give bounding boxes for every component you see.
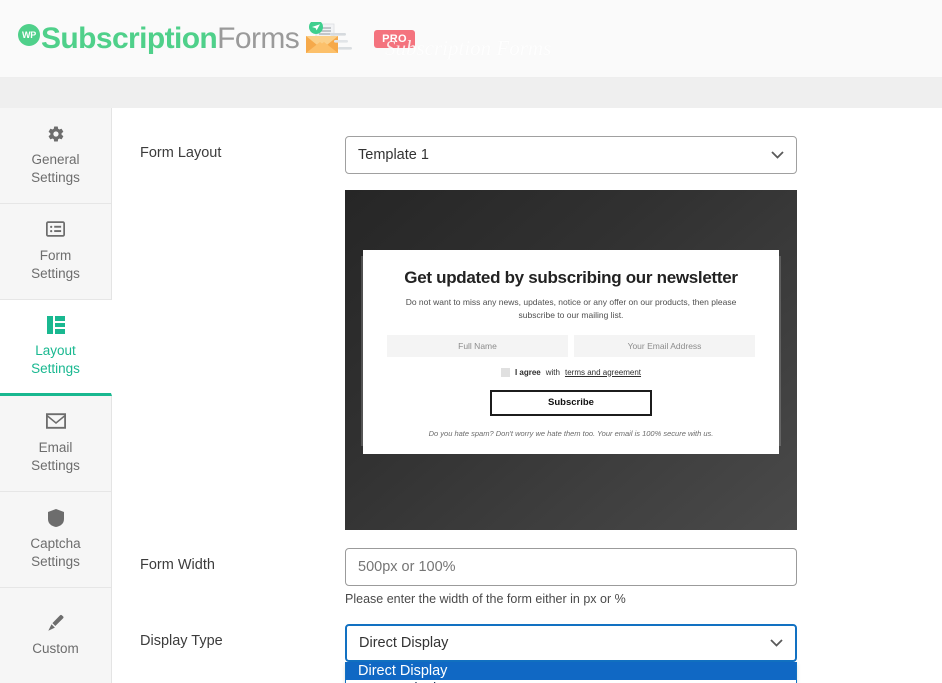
newsletter-agree-checkbox[interactable] — [500, 367, 510, 377]
sidebar-item-label: Form Settings — [31, 247, 80, 281]
form-width-helper-text: Please enter the width of the form eithe… — [345, 592, 626, 606]
chevron-down-icon — [770, 635, 783, 651]
sidebar-item-form-settings[interactable]: Form Settings — [0, 204, 111, 300]
newsletter-agree-strong: I agree — [514, 367, 541, 377]
layout-grid-icon — [46, 315, 65, 336]
newsletter-subscribe-button[interactable]: Subscribe — [490, 389, 652, 416]
newsletter-email-input[interactable]: Your Email Address — [574, 334, 755, 357]
form-layout-select[interactable]: Template 1 — [345, 136, 797, 174]
brand-title: SubscriptionForms — [41, 21, 300, 56]
form-layout-select-value: Template 1 — [358, 147, 429, 163]
display-type-label: Display Type — [140, 633, 223, 649]
sidebar-item-label: Custom — [32, 640, 79, 656]
sidebar-item-layout-settings[interactable]: Layout Settings — [0, 300, 112, 396]
brand-title-primary: Subscription — [41, 21, 218, 55]
form-width-input[interactable] — [345, 548, 797, 586]
settings-sidebar: General Settings Form Settings Layout Se… — [0, 108, 112, 683]
brush-icon — [47, 614, 65, 634]
newsletter-title: Get updated by subscribing our newslette… — [404, 268, 738, 287]
form-layout-row: Form Layout Template 1 Do you hate spam?… — [140, 136, 942, 530]
sidebar-item-label: General Settings — [31, 151, 80, 185]
display-type-select-value: Direct Display — [359, 635, 449, 651]
gear-icon — [47, 125, 65, 145]
sidebar-item-label: Captcha Settings — [30, 535, 81, 569]
newsletter-agree-mid: with — [545, 367, 560, 377]
newsletter-fields: Full Name Your Email Address — [387, 334, 755, 357]
display-type-field: Direct Display Direct Display Popup Disp… — [345, 624, 797, 683]
settings-main-panel: Form Layout Template 1 Do you hate spam?… — [112, 108, 942, 683]
form-width-row: Form Width Please enter the width of the… — [140, 548, 942, 606]
sidebar-item-label: Email Settings — [31, 439, 80, 473]
sidebar-item-captcha-settings[interactable]: Captcha Settings — [0, 492, 111, 588]
template-preview: Do you hate spam? Don't worry we hate th… — [345, 190, 797, 530]
form-layout-label: Form Layout — [140, 145, 222, 161]
sidebar-item-email-settings[interactable]: Email Settings — [0, 396, 111, 492]
form-list-icon — [46, 221, 65, 241]
wp-badge-icon: WP — [18, 23, 40, 46]
content-gap-band — [0, 78, 942, 108]
envelope-icon — [45, 413, 66, 433]
newsletter-fullname-input[interactable]: Full Name — [387, 334, 568, 357]
brand-title-secondary: Forms — [217, 21, 300, 55]
newsletter-agree-row: I agree with terms and agreement — [387, 367, 755, 377]
speed-lines-icon — [330, 30, 356, 57]
shield-icon — [47, 508, 64, 529]
app-header: WP SubscriptionForms PRO Subscription Fo… — [0, 0, 942, 78]
form-width-label: Form Width — [140, 557, 215, 573]
form-width-field: Please enter the width of the form eithe… — [345, 548, 797, 606]
chevron-down-icon — [771, 147, 784, 163]
display-type-option-direct[interactable]: Direct Display — [346, 662, 796, 680]
sidebar-item-custom[interactable]: Custom — [0, 588, 111, 683]
display-type-select[interactable]: Direct Display — [345, 624, 797, 662]
header-ghost-title: Subscription Forms — [385, 36, 552, 60]
newsletter-card: Get updated by subscribing our newslette… — [363, 250, 779, 454]
newsletter-spam-note: Do you hate spam? Don't worry we hate th… — [428, 428, 714, 438]
form-layout-field: Template 1 Do you hate spam? Don't worry… — [345, 136, 797, 530]
app-logo: WP SubscriptionForms PRO — [18, 19, 415, 57]
display-type-dropdown-list: Direct Display Popup Display — [345, 662, 797, 683]
newsletter-description: Do not want to miss any news, updates, n… — [405, 297, 737, 320]
app-body: General Settings Form Settings Layout Se… — [0, 108, 942, 683]
sidebar-item-label: Layout Settings — [31, 342, 80, 376]
sidebar-item-general-settings[interactable]: General Settings — [0, 108, 111, 204]
display-type-row: Display Type Direct Display Direct Displ… — [140, 624, 942, 683]
newsletter-terms-link[interactable]: terms and agreement — [565, 368, 641, 377]
